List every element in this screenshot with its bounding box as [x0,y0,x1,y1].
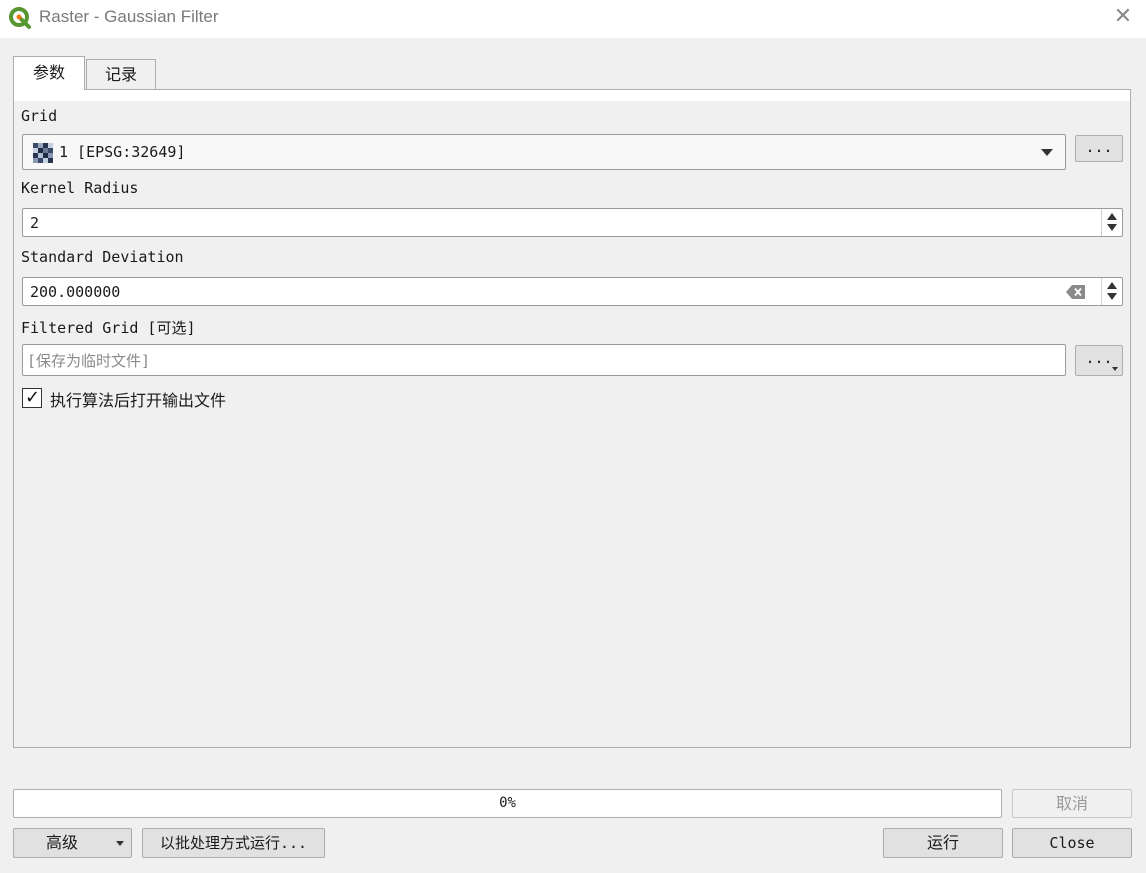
spin-down-icon[interactable] [1107,293,1117,300]
std-dev-spinbox[interactable]: 200.000000 [22,277,1123,306]
std-dev-value: 200.000000 [30,283,121,301]
progress-bar: 0% [13,789,1002,818]
filtered-grid-browse-label: ... [1085,349,1113,367]
grid-label: Grid [21,107,58,125]
spin-up-icon[interactable] [1107,213,1117,220]
raster-layer-icon [33,143,53,163]
kernel-radius-spinbox[interactable]: 2 [22,208,1123,237]
run-as-batch-button[interactable]: 以批处理方式运行... [142,828,325,858]
progress-text: 0% [499,795,516,811]
clear-field-icon[interactable] [1066,284,1086,300]
open-output-label[interactable]: 执行算法后打开输出文件 [50,387,226,411]
filtered-grid-placeholder: [保存为临时文件] [27,352,151,370]
tab-parameters[interactable]: 参数 [13,56,85,90]
run-button[interactable]: 运行 [883,828,1003,858]
kernel-radius-stepper[interactable] [1101,209,1122,236]
tab-log[interactable]: 记录 [86,59,156,89]
grid-layer-value: 1 [EPSG:32649] [59,143,186,161]
chevron-down-icon [116,841,124,846]
grid-browse-button[interactable]: ... [1075,135,1123,162]
std-dev-stepper[interactable] [1101,278,1122,305]
panel-top-band [14,90,1130,101]
window-close-icon[interactable]: ✕ [1108,4,1138,30]
advanced-dropdown-button[interactable]: 高级 [13,828,132,858]
advanced-label: 高级 [46,833,79,852]
kernel-radius-label: Kernel Radius [21,179,139,197]
parameters-panel [13,89,1131,748]
grid-layer-combobox[interactable]: 1 [EPSG:32649] [22,134,1066,170]
filtered-grid-label: Filtered Grid [可选] [21,319,196,337]
cancel-button[interactable]: 取消 [1012,789,1132,818]
open-output-checkbox[interactable]: ✓ [22,387,42,408]
kernel-radius-value: 2 [30,214,40,232]
std-dev-label: Standard Deviation [21,248,184,266]
filtered-grid-browse-button[interactable]: ... [1075,345,1123,376]
spin-up-icon[interactable] [1107,282,1117,289]
close-button[interactable]: Close [1012,828,1132,858]
window-title: Raster - Gaussian Filter [39,7,219,26]
filtered-grid-output-field[interactable]: [保存为临时文件] [22,344,1066,376]
chevron-down-icon [1112,367,1118,371]
spin-down-icon[interactable] [1107,224,1117,231]
qgis-logo-icon [8,6,32,30]
checkmark-icon: ✓ [25,387,41,408]
chevron-down-icon[interactable] [1041,149,1053,156]
